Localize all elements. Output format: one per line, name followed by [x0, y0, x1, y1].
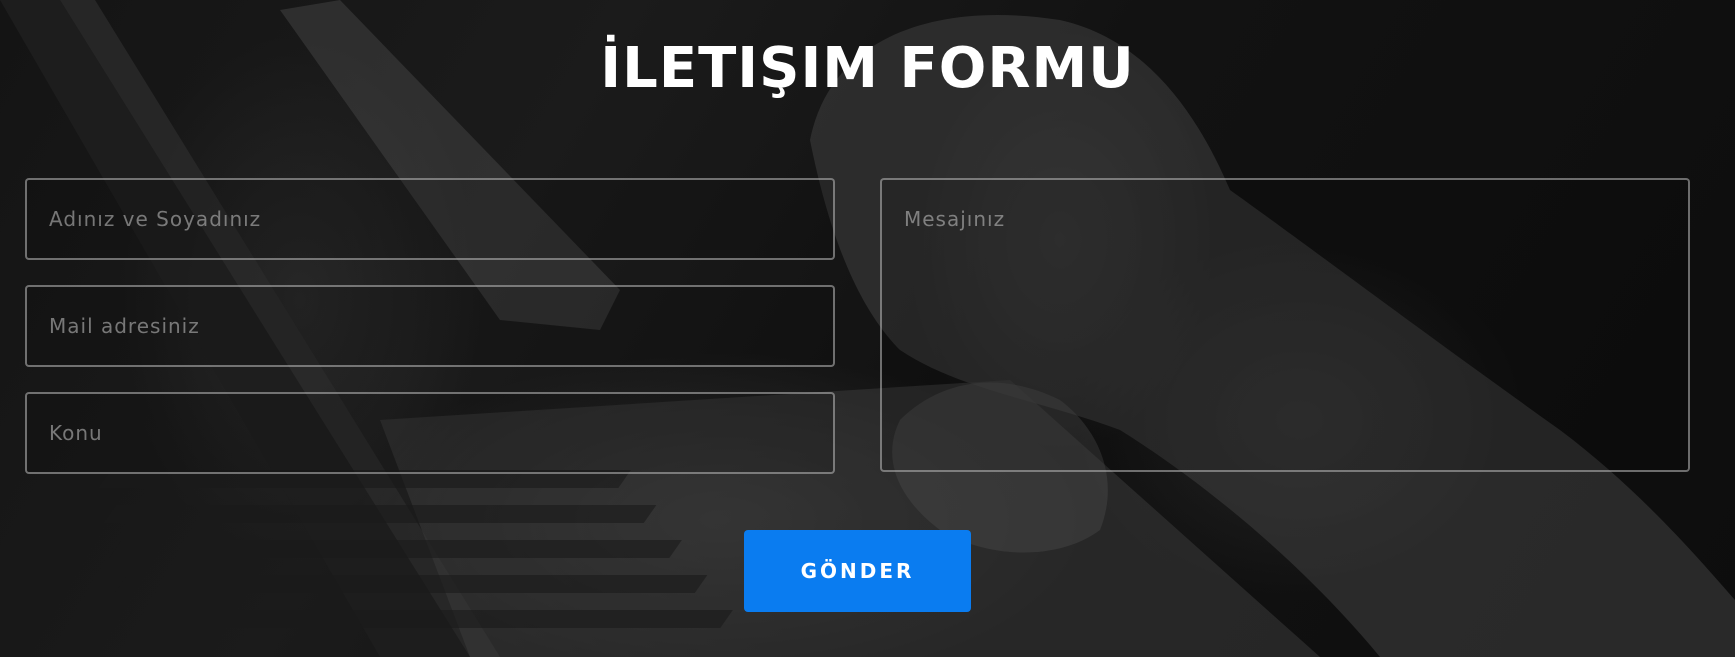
message-textarea[interactable]	[880, 178, 1690, 472]
email-input[interactable]	[25, 285, 835, 367]
submit-button[interactable]: GÖNDER	[744, 530, 971, 612]
subject-input[interactable]	[25, 392, 835, 474]
name-input[interactable]	[25, 178, 835, 260]
contact-section: İLETIŞIM FORMU GÖNDER	[0, 0, 1735, 657]
page-title: İLETIŞIM FORMU	[600, 36, 1135, 101]
